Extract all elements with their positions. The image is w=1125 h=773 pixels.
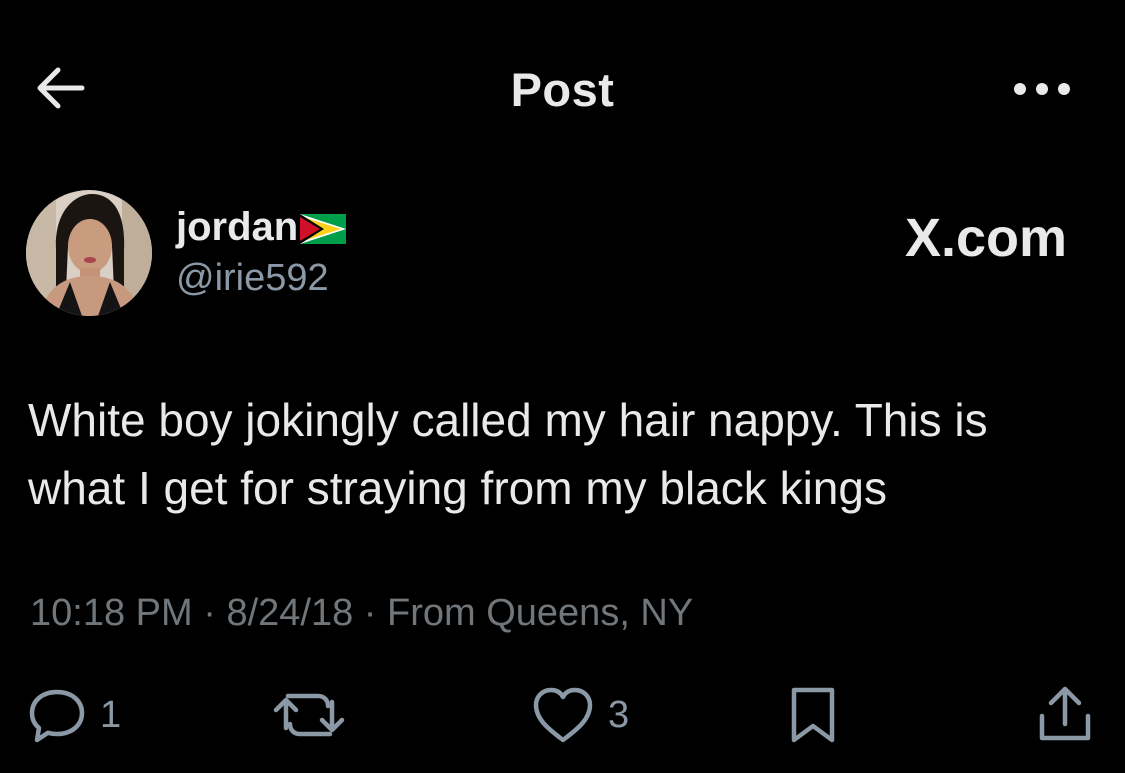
reply-count: 1 [100, 693, 122, 736]
post-location: From Queens, NY [387, 592, 694, 634]
repost-icon [273, 693, 345, 737]
more-horizontal-icon [1014, 83, 1070, 95]
share-icon [1039, 686, 1091, 741]
author-row: jordan @irie592 X.com [0, 185, 1125, 325]
reply-button[interactable]: 1 [26, 680, 121, 750]
meta-separator: · [203, 592, 216, 634]
post-text: White boy jokingly called my hair nappy.… [28, 394, 988, 514]
post-meta: 10:18 PM · 8/24/18 · From Queens, NY [30, 592, 693, 635]
more-button[interactable] [1008, 74, 1076, 104]
heart-icon [533, 687, 593, 743]
avatar-image [26, 190, 152, 316]
guyana-flag-icon [300, 214, 347, 244]
post-time[interactable]: 10:18 PM [30, 592, 193, 634]
like-count: 3 [608, 693, 630, 736]
action-bar: 1 3 [0, 680, 1125, 750]
reply-icon [29, 689, 85, 743]
post-date[interactable]: 8/24/18 [226, 592, 353, 634]
like-button[interactable]: 3 [530, 680, 629, 750]
repost-button[interactable] [272, 680, 358, 750]
meta-separator: · [363, 592, 377, 634]
user-handle[interactable]: @irie592 [176, 257, 329, 300]
bookmark-button[interactable] [786, 680, 840, 750]
site-watermark: X.com [904, 208, 1067, 268]
page-title: Post [510, 63, 615, 116]
avatar[interactable] [26, 190, 152, 316]
top-bar: Post [0, 0, 1125, 180]
bookmark-icon [791, 687, 835, 743]
display-name: jordan [176, 205, 299, 249]
share-button[interactable] [1036, 680, 1094, 750]
display-name-group[interactable]: jordan [176, 205, 347, 249]
